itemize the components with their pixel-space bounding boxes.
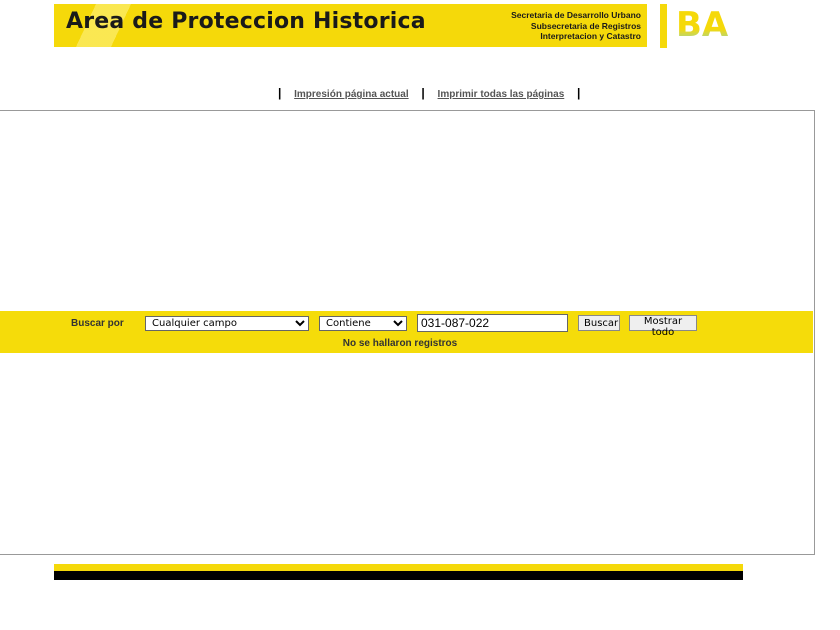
link-separator: |: [421, 86, 425, 100]
print-current-page-link[interactable]: Impresión página actual: [294, 89, 408, 100]
search-field-select[interactable]: Cualquier campo: [145, 316, 309, 331]
search-input[interactable]: [417, 314, 568, 332]
svg-text:BA: BA: [676, 6, 729, 42]
search-button[interactable]: Buscar: [578, 315, 620, 331]
subtitle-line-1: Secretaria de Desarrollo Urbano: [511, 10, 641, 20]
link-separator: |: [278, 86, 282, 100]
subtitle-line-2: Subsecretaria de Registros: [530, 20, 641, 31]
header-banner: Area de Proteccion Historica Secretaria …: [54, 4, 647, 47]
header-subtitle: Secretaria de Desarrollo Urbano Subsecre…: [511, 10, 641, 42]
ba-logo: BA: [676, 6, 729, 42]
print-links: | Impresión página actual | Imprimir tod…: [268, 86, 590, 100]
page-title: Area de Proteccion Historica: [66, 9, 426, 34]
link-separator: |: [577, 86, 581, 100]
print-all-pages-link[interactable]: Imprimir todas las páginas: [438, 89, 565, 100]
show-all-button[interactable]: Mostrar todo: [629, 315, 697, 338]
no-results-message: No se hallaron registros: [342, 338, 458, 349]
logo-divider: [660, 4, 667, 48]
search-operator-select[interactable]: Contiene: [319, 316, 407, 331]
subtitle-line-3: Interpretacion y Catastro: [540, 31, 641, 41]
search-label: Buscar por: [71, 318, 124, 329]
footer-yellow-bar: [54, 564, 743, 571]
footer-black-bar: [54, 571, 743, 580]
